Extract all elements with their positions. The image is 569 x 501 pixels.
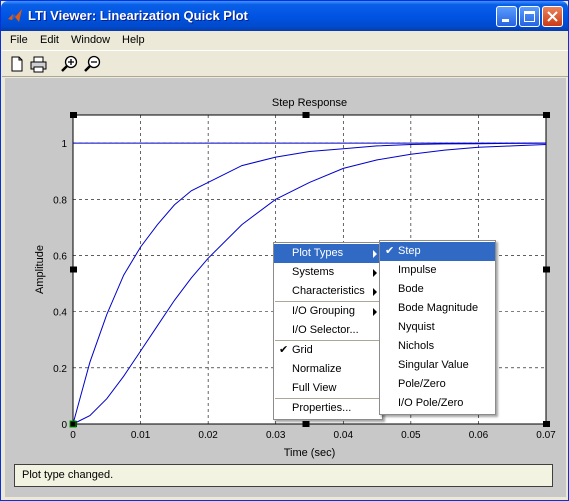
menu-item-label: Singular Value	[398, 359, 469, 371]
menu-item-label: I/O Grouping	[292, 305, 355, 317]
ctx-menu-properties[interactable]: Properties...	[274, 399, 382, 418]
print-icon	[30, 56, 47, 73]
new-document-button[interactable]	[7, 54, 27, 74]
x-tick-label: 0.05	[401, 430, 421, 441]
menu-edit[interactable]: Edit	[40, 34, 59, 46]
menu-window[interactable]: Window	[71, 34, 110, 46]
x-tick-label: 0.04	[334, 430, 354, 441]
maximize-button[interactable]	[519, 6, 540, 27]
menu-item-label: Bode Magnitude	[398, 302, 479, 314]
y-tick-label: 0.4	[53, 308, 67, 319]
plot-type-i-o-pole-zero[interactable]: I/O Pole/Zero	[380, 394, 495, 413]
chart-title: Step Response	[272, 97, 347, 109]
menu-item-label: Plot Types	[292, 247, 344, 259]
y-tick-label: 0.2	[53, 364, 67, 375]
submenu-arrow-icon	[373, 308, 377, 316]
submenu-arrow-icon	[373, 269, 377, 277]
ctx-menu-systems[interactable]: Systems	[274, 263, 382, 282]
y-tick-label: 0	[61, 420, 67, 431]
menu-help[interactable]: Help	[122, 34, 145, 46]
x-tick-label: 0.07	[536, 430, 556, 441]
y-tick-label: 1	[61, 139, 67, 150]
menu-item-label: Bode	[398, 283, 424, 295]
plot-type-singular-value[interactable]: Singular Value	[380, 356, 495, 375]
y-axis-label: Amplitude	[34, 245, 46, 294]
x-tick-label: 0.06	[469, 430, 489, 441]
selection-handle	[302, 112, 310, 118]
menu-file[interactable]: File	[10, 34, 28, 46]
ctx-menu-characteristics[interactable]: Characteristics	[274, 282, 382, 301]
menu-item-label: Step	[398, 245, 421, 257]
x-tick-label: 0.01	[131, 430, 151, 441]
menu-item-label: Impulse	[398, 264, 437, 276]
status-bar: Plot type changed.	[14, 464, 553, 487]
menu-item-label: I/O Selector...	[292, 324, 359, 336]
menu-item-label: Pole/Zero	[398, 378, 446, 390]
x-axis-label: Time (sec)	[284, 447, 336, 459]
plot-type-nyquist[interactable]: Nyquist	[380, 318, 495, 337]
menu-item-label: Nyquist	[398, 321, 435, 333]
x-tick-label: 0.02	[198, 430, 218, 441]
menu-item-label: Properties...	[292, 402, 352, 414]
plot-type-nichols[interactable]: Nichols	[380, 337, 495, 356]
new-document-icon	[11, 56, 23, 72]
menu-item-label: Systems	[292, 266, 335, 278]
menu-bar: File Edit Window Help	[2, 31, 568, 50]
x-tick-label: 0	[70, 430, 76, 441]
matlab-logo-icon	[8, 9, 22, 22]
submenu-arrow-icon	[373, 288, 377, 296]
ctx-menu-i-o-selector[interactable]: I/O Selector...	[274, 321, 382, 340]
minimize-button[interactable]	[496, 6, 517, 27]
status-text: Plot type changed.	[22, 469, 114, 481]
selection-handle	[70, 112, 77, 118]
ctx-menu-grid[interactable]: ✔ Grid	[274, 341, 382, 360]
plot-type-impulse[interactable]: Impulse	[380, 261, 495, 280]
minimize-icon	[502, 19, 509, 22]
y-tick-label: 0.8	[53, 195, 67, 206]
close-button[interactable]	[542, 6, 563, 27]
plot-type-bode-magnitude[interactable]: Bode Magnitude	[380, 299, 495, 318]
ctx-menu-full-view[interactable]: Full View	[274, 379, 382, 398]
checkmark-icon: ✔	[279, 344, 289, 356]
plot-type-pole-zero[interactable]: Pole/Zero	[380, 375, 495, 394]
toolbar	[2, 50, 568, 77]
menu-item-label: Characteristics	[292, 285, 365, 297]
title-bar[interactable]: LTI Viewer: Linearization Quick Plot	[1, 1, 568, 31]
x-tick-label: 0.03	[266, 430, 286, 441]
zoom-in-button[interactable]	[60, 54, 80, 74]
selection-handle	[543, 266, 550, 273]
ctx-menu-plot-types[interactable]: Plot Types	[274, 244, 382, 263]
selection-handle	[543, 421, 550, 427]
selection-handle	[543, 112, 550, 118]
y-tick-label: 0.6	[53, 251, 67, 262]
menu-item-label: I/O Pole/Zero	[398, 397, 464, 409]
checkmark-icon: ✔	[385, 245, 395, 257]
ctx-menu-i-o-grouping[interactable]: I/O Grouping	[274, 302, 382, 321]
plot-type-step[interactable]: ✔ Step	[380, 242, 495, 261]
selection-handle	[302, 421, 310, 427]
zoom-in-icon	[61, 55, 78, 72]
zoom-out-button[interactable]	[83, 54, 103, 74]
submenu-arrow-icon	[373, 250, 377, 258]
plot-context-menu: Plot Types Systems Characteristics I/O Grou…	[273, 242, 383, 420]
window-title: LTI Viewer: Linearization Quick Plot	[28, 8, 248, 23]
plot-types-submenu: ✔ Step Impulse Bode Bode Magnitude Nyquist Nic…	[379, 240, 496, 415]
ctx-menu-normalize[interactable]: Normalize	[274, 360, 382, 379]
menu-item-label: Grid	[292, 344, 313, 356]
plot-type-bode[interactable]: Bode	[380, 280, 495, 299]
close-icon	[547, 11, 558, 22]
maximize-icon	[524, 11, 535, 22]
zoom-out-icon	[84, 55, 101, 72]
selection-handle	[70, 266, 77, 273]
menu-item-label: Nichols	[398, 340, 435, 352]
menu-item-label: Normalize	[292, 363, 342, 375]
menu-item-label: Full View	[292, 382, 337, 394]
print-button[interactable]	[29, 54, 49, 74]
